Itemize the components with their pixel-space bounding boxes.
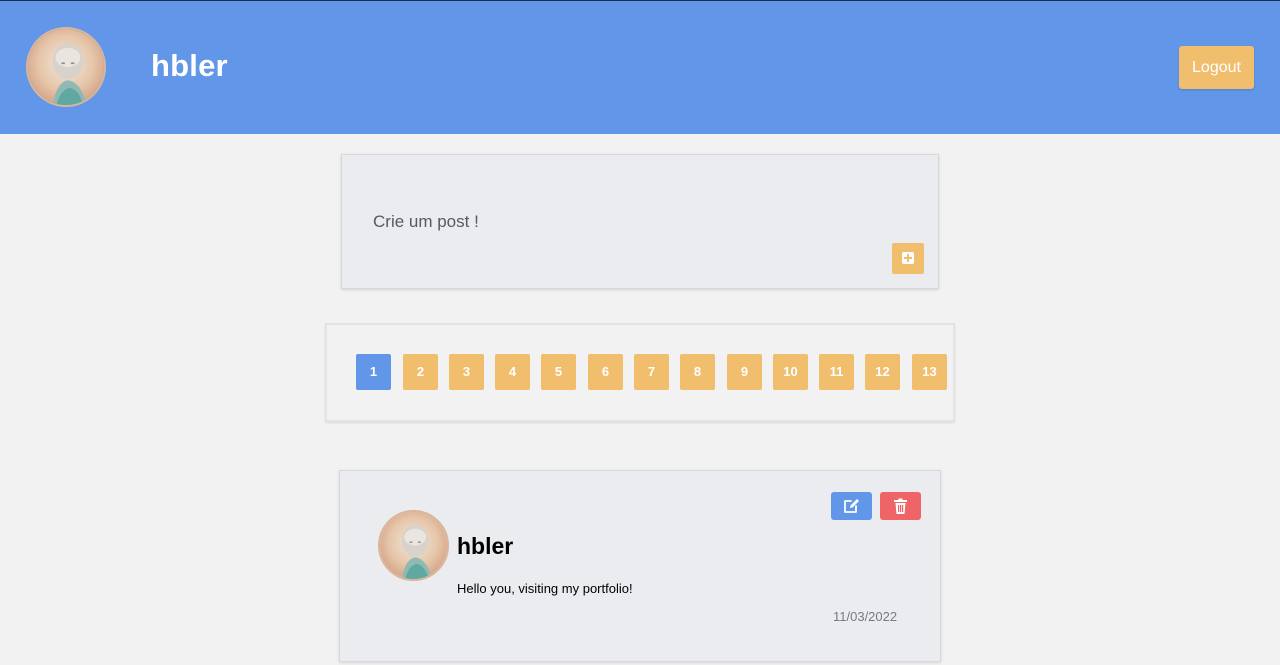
page-button-12[interactable]: 12 bbox=[865, 354, 900, 390]
post-author-name: hbler bbox=[457, 533, 514, 559]
create-post-label: Crie um post ! bbox=[373, 212, 479, 231]
trash-icon bbox=[894, 498, 907, 514]
page-button-2[interactable]: 2 bbox=[403, 354, 438, 390]
edit-icon bbox=[844, 499, 859, 513]
page-button-11[interactable]: 11 bbox=[819, 354, 854, 390]
user-avatar[interactable] bbox=[26, 27, 106, 107]
page-button-7[interactable]: 7 bbox=[634, 354, 669, 390]
create-post-card[interactable]: Crie um post ! bbox=[341, 154, 939, 289]
logout-button[interactable]: Logout bbox=[1179, 46, 1254, 89]
edit-post-button[interactable] bbox=[831, 492, 872, 520]
page-button-13[interactable]: 13 bbox=[912, 354, 947, 390]
post-content: Hello you, visiting my portfolio! bbox=[457, 581, 633, 596]
avatar-image bbox=[380, 512, 447, 579]
page-button-4[interactable]: 4 bbox=[495, 354, 530, 390]
page-button-6[interactable]: 6 bbox=[588, 354, 623, 390]
page-button-9[interactable]: 9 bbox=[727, 354, 762, 390]
plus-square-icon bbox=[902, 252, 914, 264]
post-author-avatar[interactable] bbox=[378, 510, 449, 581]
add-post-button[interactable] bbox=[892, 243, 924, 274]
pagination: 1 2 3 4 5 6 7 8 9 10 11 12 13 bbox=[325, 323, 955, 422]
page-button-5[interactable]: 5 bbox=[541, 354, 576, 390]
top-header: hbler Logout bbox=[0, 0, 1280, 134]
header-username: hbler bbox=[151, 48, 228, 83]
page-button-8[interactable]: 8 bbox=[680, 354, 715, 390]
page-button-1[interactable]: 1 bbox=[356, 354, 391, 390]
avatar-image bbox=[28, 29, 104, 105]
post-date: 11/03/2022 bbox=[833, 609, 898, 624]
delete-post-button[interactable] bbox=[880, 492, 921, 520]
page-button-10[interactable]: 10 bbox=[773, 354, 808, 390]
page-button-3[interactable]: 3 bbox=[449, 354, 484, 390]
post-card: hbler Hello you, visiting my portfolio! … bbox=[339, 470, 941, 662]
